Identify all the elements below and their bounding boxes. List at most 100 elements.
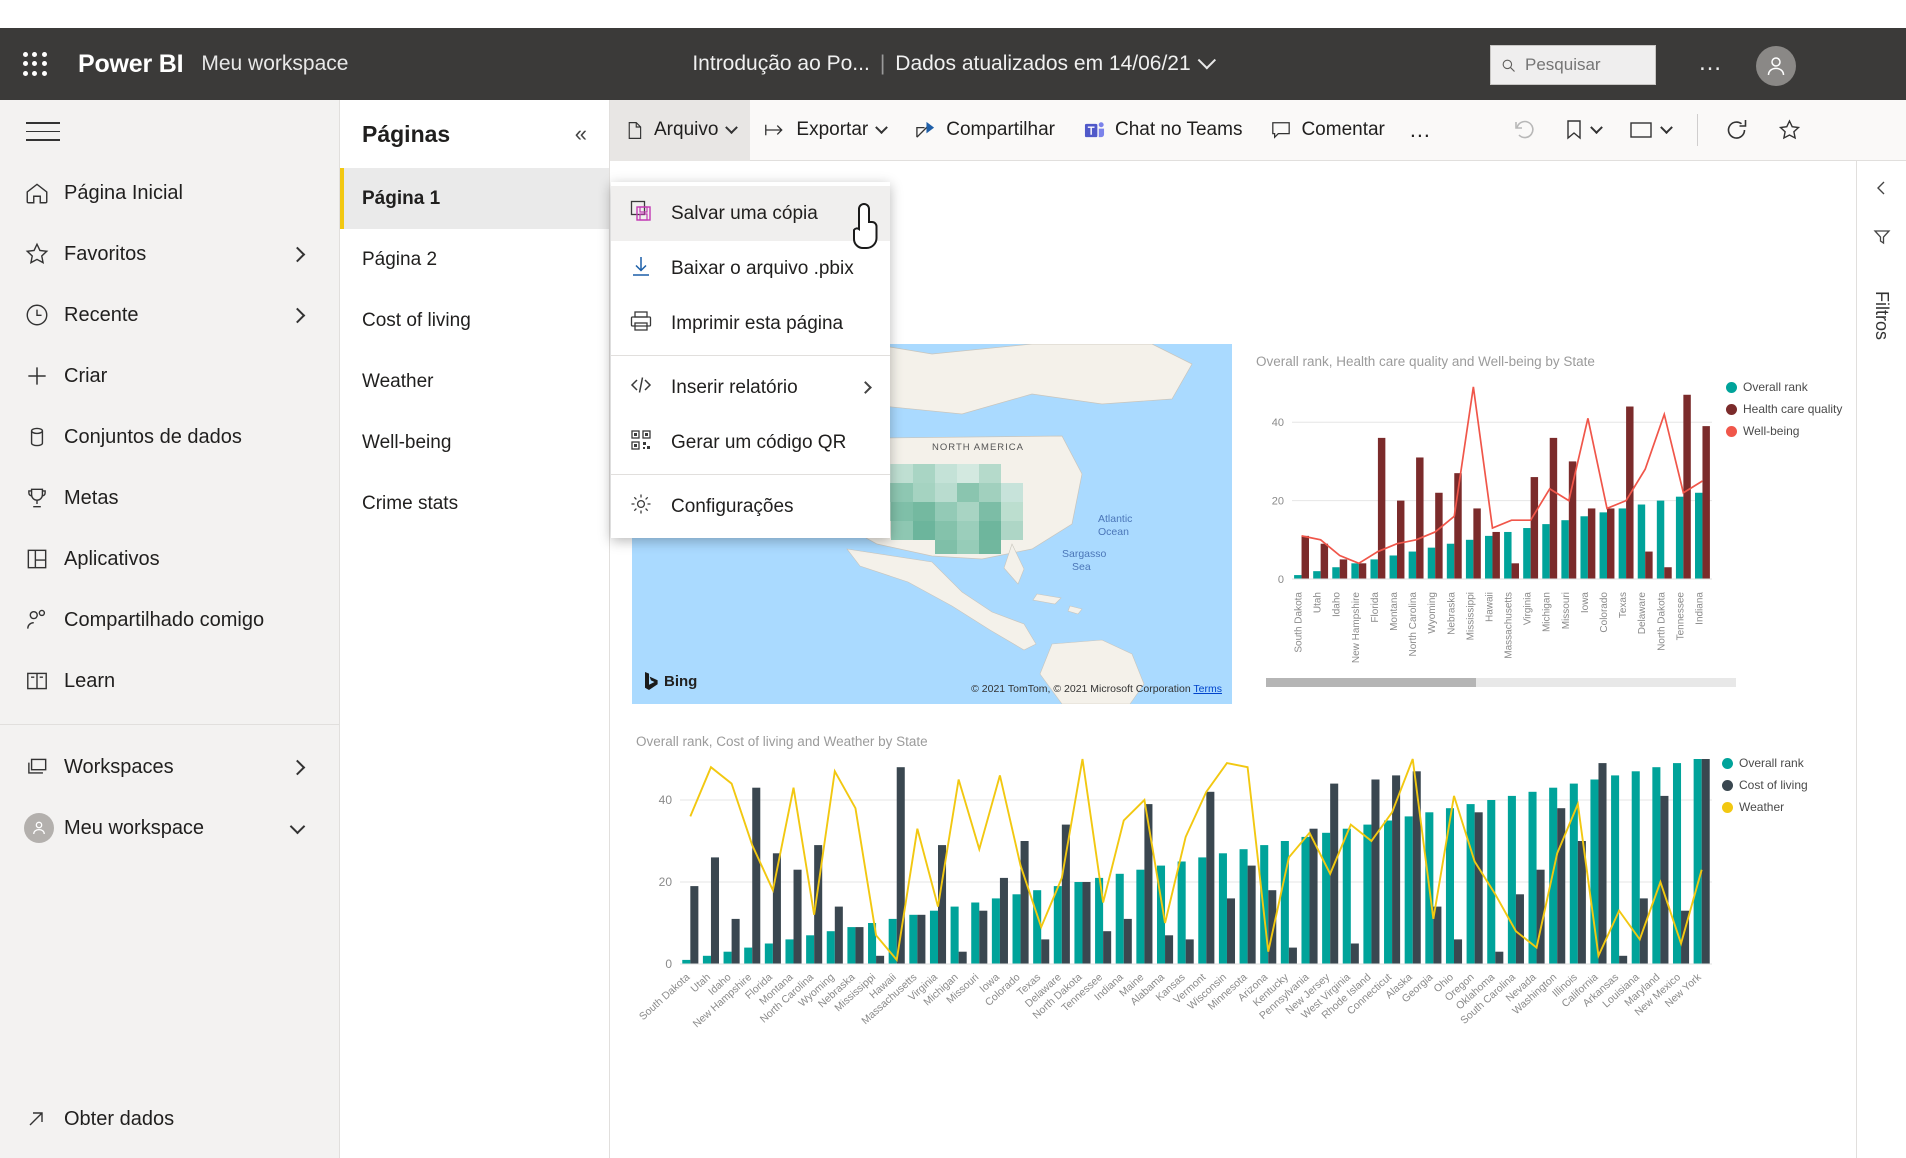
filters-label[interactable]: Filtros bbox=[1871, 291, 1892, 340]
sidebar-item-label: Conjuntos de dados bbox=[64, 425, 242, 448]
page-item-crime-stats[interactable]: Crime stats bbox=[340, 473, 609, 534]
menu-item-settings[interactable]: Configurações bbox=[611, 479, 890, 534]
comment-button[interactable]: Comentar bbox=[1256, 100, 1398, 161]
menu-item-generate-qr[interactable]: Gerar um código QR bbox=[611, 415, 890, 470]
left-navigation: Página Inicial Favoritos Recente Criar C… bbox=[0, 100, 340, 1158]
sidebar-item-shared-with-me[interactable]: Compartilhado comigo bbox=[0, 590, 339, 651]
user-avatar[interactable] bbox=[1756, 46, 1796, 86]
chart-cost-weather-visual[interactable]: Overall rank, Cost of living and Weather… bbox=[632, 728, 1852, 1108]
menu-item-label: Configurações bbox=[671, 495, 794, 517]
svg-text:South Dakota: South Dakota bbox=[637, 971, 692, 1023]
search-input[interactable] bbox=[1525, 55, 1645, 75]
chevron-down-icon[interactable] bbox=[1197, 50, 1217, 69]
file-menu-button[interactable]: Arquivo bbox=[610, 99, 751, 161]
export-button[interactable]: Exportar bbox=[750, 100, 900, 161]
toolbar-more-button[interactable]: … bbox=[1399, 100, 1443, 161]
sidebar-item-apps[interactable]: Aplicativos bbox=[0, 529, 339, 590]
teams-icon bbox=[1083, 120, 1106, 141]
trophy-icon bbox=[24, 485, 64, 511]
legend-item[interactable]: Overall rank bbox=[1722, 752, 1808, 774]
report-title-bar[interactable]: Introdução ao Po... | Dados atualizados … bbox=[692, 50, 1217, 76]
svg-text:Massachusetts: Massachusetts bbox=[1504, 592, 1515, 659]
page-item-pagina-1[interactable]: Página 1 bbox=[340, 168, 609, 229]
get-data-label: Obter dados bbox=[64, 1107, 175, 1130]
toolbar-divider bbox=[1696, 114, 1698, 146]
svg-text:Missouri: Missouri bbox=[1561, 592, 1572, 629]
sidebar-item-label: Recente bbox=[64, 303, 139, 326]
map-credit: © 2021 TomTom, © 2021 Microsoft Corporat… bbox=[971, 683, 1222, 695]
page-item-label: Weather bbox=[362, 370, 434, 392]
menu-item-print-page[interactable]: Imprimir esta página bbox=[611, 296, 890, 351]
chart-cost-weather-title: Overall rank, Cost of living and Weather… bbox=[636, 734, 928, 749]
chart-health-visual[interactable]: Overall rank, Health care quality and We… bbox=[1252, 348, 1852, 708]
map-terms-link[interactable]: Terms bbox=[1193, 683, 1222, 695]
database-icon bbox=[24, 424, 64, 450]
menu-item-embed-report[interactable]: Inserir relatório bbox=[611, 360, 890, 415]
search-icon bbox=[1502, 59, 1515, 72]
legend-label: Well-being bbox=[1743, 424, 1800, 438]
report-toolbar: Arquivo Exportar Compartilhar Chat no Te… bbox=[610, 99, 1906, 161]
collapse-pages-icon[interactable]: « bbox=[575, 121, 587, 147]
sidebar-item-label: Metas bbox=[64, 486, 119, 509]
top-app-bar: Power BI Meu workspace Introdução ao Po.… bbox=[0, 28, 1906, 100]
sidebar-item-workspaces[interactable]: Workspaces bbox=[0, 737, 339, 798]
chevron-right-icon[interactable] bbox=[289, 759, 306, 776]
page-item-label: Página 2 bbox=[362, 248, 438, 270]
file-menu-label: Arquivo bbox=[654, 119, 719, 140]
share-button[interactable]: Compartilhar bbox=[900, 100, 1069, 161]
sidebar-item-home[interactable]: Página Inicial bbox=[0, 163, 339, 224]
sidebar-item-learn[interactable]: Learn bbox=[0, 651, 339, 712]
powerbi-logo[interactable]: Power BI bbox=[78, 50, 184, 79]
view-button[interactable] bbox=[1615, 100, 1685, 161]
home-icon bbox=[24, 180, 64, 206]
page-item-cost-of-living[interactable]: Cost of living bbox=[340, 290, 609, 351]
workspace-name[interactable]: Meu workspace bbox=[201, 52, 348, 76]
reset-button[interactable] bbox=[1499, 100, 1551, 161]
teams-chat-label: Chat no Teams bbox=[1115, 119, 1243, 140]
legend-color-swatch bbox=[1722, 757, 1733, 769]
legend-item[interactable]: Cost of living bbox=[1722, 774, 1808, 796]
svg-text:Delaware: Delaware bbox=[1637, 592, 1648, 635]
sidebar-divider bbox=[0, 723, 339, 725]
topbar-more-button[interactable]: … bbox=[1698, 51, 1724, 75]
sidebar-item-label: Aplicativos bbox=[64, 547, 160, 570]
menu-divider bbox=[611, 355, 890, 356]
sidebar-item-recent[interactable]: Recente bbox=[0, 285, 339, 346]
page-item-pagina-2[interactable]: Página 2 bbox=[340, 229, 609, 290]
collapse-rail-icon[interactable] bbox=[1873, 179, 1891, 202]
page-item-weather[interactable]: Weather bbox=[340, 351, 609, 412]
bookmarks-button[interactable] bbox=[1551, 100, 1615, 161]
sidebar-item-my-workspace[interactable]: Meu workspace bbox=[0, 798, 339, 859]
sidebar-item-goals[interactable]: Metas bbox=[0, 468, 339, 529]
legend-item[interactable]: Weather bbox=[1722, 796, 1808, 818]
sidebar-item-datasets[interactable]: Conjuntos de dados bbox=[0, 407, 339, 468]
filters-toggle-icon[interactable] bbox=[1873, 228, 1891, 251]
legend-item[interactable]: Well-being bbox=[1726, 420, 1842, 442]
page-item-label: Página 1 bbox=[362, 187, 441, 209]
search-box[interactable] bbox=[1490, 45, 1656, 85]
pages-title: Páginas bbox=[362, 120, 451, 147]
chevron-right-icon[interactable] bbox=[289, 307, 306, 324]
sidebar-item-label: Favoritos bbox=[64, 242, 147, 265]
chart-health-hscrollbar[interactable] bbox=[1266, 678, 1736, 687]
sidebar-item-favorites[interactable]: Favoritos bbox=[0, 224, 339, 285]
avatar-icon bbox=[24, 813, 64, 844]
legend-item[interactable]: Health care quality bbox=[1726, 398, 1842, 420]
undo-icon bbox=[1513, 119, 1537, 141]
sidebar-item-create[interactable]: Criar bbox=[0, 346, 339, 407]
page-item-well-being[interactable]: Well-being bbox=[340, 412, 609, 473]
app-launcher-icon[interactable] bbox=[20, 49, 50, 79]
legend-label: Overall rank bbox=[1743, 380, 1808, 394]
chart-cost-weather-plot: 02040South DakotaUtahIdahoNew HampshireF… bbox=[637, 758, 1712, 1030]
svg-text:Colorado: Colorado bbox=[1599, 592, 1610, 633]
toolbar-more-label: … bbox=[1408, 117, 1433, 142]
legend-item[interactable]: Overall rank bbox=[1726, 376, 1842, 398]
teams-chat-button[interactable]: Chat no Teams bbox=[1069, 100, 1256, 161]
chevron-right-icon[interactable] bbox=[289, 246, 306, 263]
get-data-button[interactable]: Obter dados bbox=[0, 1080, 340, 1158]
chevron-down-icon[interactable] bbox=[289, 818, 306, 835]
hamburger-menu-icon[interactable] bbox=[26, 122, 60, 141]
refresh-button[interactable] bbox=[1710, 100, 1763, 161]
menu-item-label: Gerar um código QR bbox=[671, 431, 847, 453]
favorite-button[interactable] bbox=[1763, 100, 1816, 161]
